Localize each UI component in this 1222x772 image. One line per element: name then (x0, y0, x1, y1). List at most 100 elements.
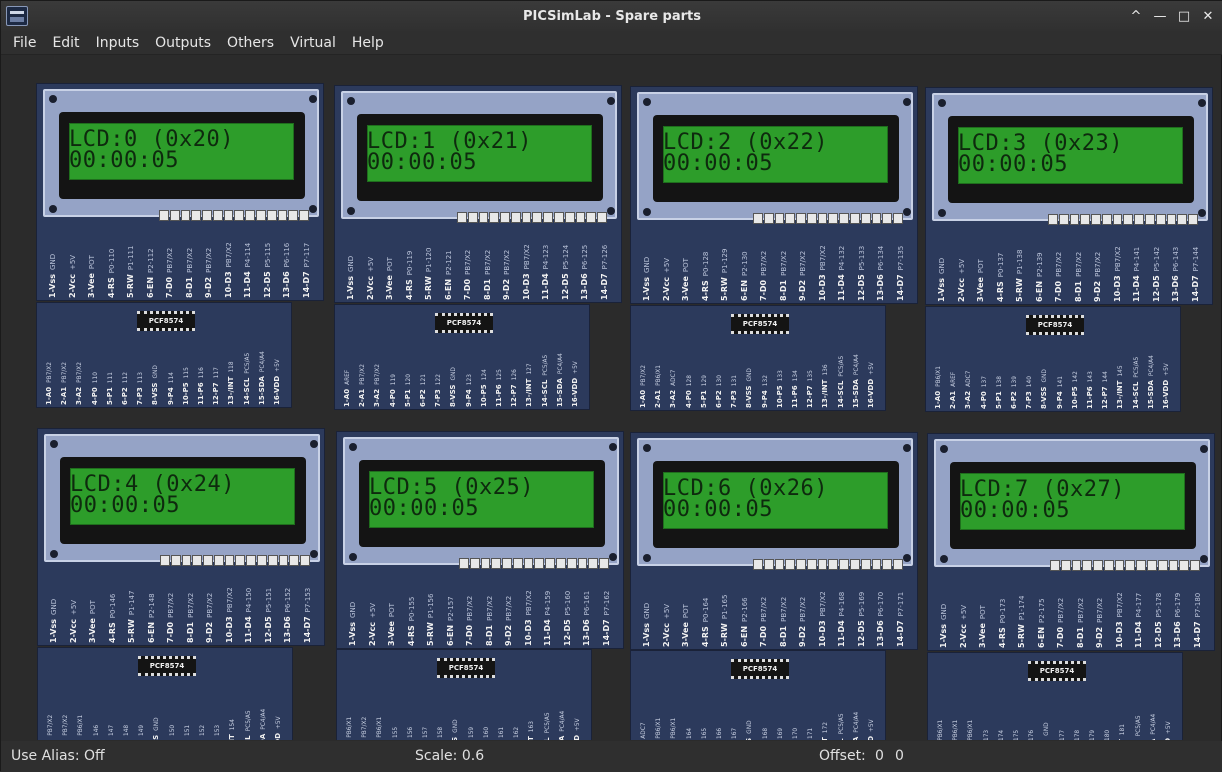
menu-outputs[interactable]: Outputs (147, 35, 219, 51)
lcd-pin-label: 6-ENP2-112 (145, 248, 155, 298)
pcf-pin-label: P6179 (1090, 729, 1096, 740)
pcf-pin-label: P0146 (92, 724, 100, 740)
pcf-pin-label: P6170 (793, 727, 799, 739)
pcf-pin-label: 4-P0119 (388, 374, 397, 407)
lcd-pin-label: 13-D6P6-134 (876, 245, 885, 301)
pcf-pin-label: 14-SCLPC5/A5 (836, 355, 845, 408)
mount-hole (643, 444, 651, 452)
lcd-bezel: LCD:0 (0x20) 00:00:05 (43, 89, 319, 221)
lcd-frame: LCD:0 (0x20) 00:00:05 (59, 112, 305, 199)
lcd-pin-label: 13-D6P6-161 (582, 590, 591, 646)
lcd-line-2: 00:00:05 (369, 496, 479, 521)
pcf8574-part-0[interactable]: PCF8574 1-A0PB7/X2 2-A1PB7/X2 3-A2PB7/X2 4-P… (36, 302, 292, 408)
lcd-part-3[interactable]: LCD:3 (0x23) 00:00:05 1-VssGND 2-Vcc+5V 3-Ve… (925, 87, 1213, 305)
pcf-pin-label: P4159 (468, 726, 475, 738)
lcd-pin-label: 12-D5P5-178 (1153, 592, 1163, 648)
pcf-pin-label: P2148 (122, 724, 130, 740)
pcf-pin-label: /INT154 (228, 719, 237, 740)
lcd-part-7[interactable]: LCD:7 (0x27) 00:00:05 1-VssGND 2-Vcc+5V 3-Ve… (927, 433, 1215, 651)
lcd-pin-label: 5-RWP1-138 (1015, 249, 1024, 302)
lcd-pin-label: 8-D1PB7/X2 (1073, 251, 1083, 302)
pcf8574-part-6[interactable]: PCF8574 A0ADC7 A1PB6/X1 A2PB6/X1 P0164 P1165 P… (630, 650, 886, 740)
app-icon[interactable] (6, 6, 28, 26)
lcd-part-4[interactable]: LCD:4 (0x24) 00:00:05 1-VssGND 2-Vcc+5V 3-Ve… (37, 428, 325, 646)
lcd-pin-label: 9-D2PB7/X2 (798, 596, 807, 647)
pcf-pin-label: P0155 (392, 726, 399, 738)
lcd-part-1[interactable]: LCD:1 (0x21) 00:00:05 1-VssGND 2-Vcc+5V 3-Ve… (334, 85, 622, 303)
lcd-pin-label: 9-D2PB7/X2 (1093, 251, 1102, 302)
pcf-pin-label: SDAPC4/A4 (259, 708, 267, 740)
chevron-up-icon[interactable]: ^ (1127, 6, 1145, 26)
pcf-pin-label: P7180 (1105, 729, 1112, 740)
pcf8574-part-5[interactable]: PCF8574 A0PB6/X1 A1PB7/X2 A2PB6/X1 P0155 P115… (336, 649, 592, 740)
lcd-frame: LCD:5 (0x25) 00:00:05 (359, 460, 605, 547)
mount-hole (309, 95, 317, 103)
close-icon[interactable]: ✕ (1199, 6, 1217, 26)
lcd-pin-label: 3-VeePOT (88, 600, 97, 643)
pcf-pin-label: P1174 (998, 729, 1005, 740)
offset-y: 0 (895, 748, 904, 764)
lcd-pin-label: 1-VssGND (346, 255, 355, 300)
lcd-pin-label: 5-RWP1-156 (426, 593, 435, 646)
menu-inputs[interactable]: Inputs (88, 35, 148, 51)
lcd-bezel: LCD:7 (0x27) 00:00:05 (934, 439, 1210, 571)
pcf8574-part-2[interactable]: PCF8574 1-A0PB7/X2 2-A1PB6/X1 3-A2ADC7 4-P01… (630, 305, 886, 411)
lcd-pin-labels: 1-VssGND 2-Vcc+5V 3-VeePOT 4-RSP0-164 5-RWP1… (639, 573, 911, 649)
lcd-pin-label: 13-D6P6-179 (1173, 592, 1182, 648)
minimize-icon[interactable]: — (1151, 6, 1169, 26)
lcd-pin-label: 3-VeePOT (978, 605, 987, 648)
menu-edit[interactable]: Edit (44, 35, 87, 51)
lcd-pin-label: 9-D2PB7/X2 (205, 592, 214, 643)
lcd-pin-label: 10-D3PB7/X2 (523, 590, 533, 646)
title-bar[interactable]: PICSimLab - Spare parts ^ — □ ✕ (1, 1, 1222, 31)
lcd-pin-label: 13-D6P6-170 (876, 591, 885, 647)
lcd-pin-label: 1-VssGND (642, 256, 651, 301)
mount-hole (1198, 209, 1206, 217)
pcf-pin-label: 8-VSSGND (449, 367, 458, 407)
menu-file[interactable]: File (5, 35, 44, 51)
parts-canvas[interactable]: LCD:0 (0x20) 00:00:05 1-VssGND 2-Vcc+5V 3-Ve… (3, 55, 1221, 740)
lcd-part-6[interactable]: LCD:6 (0x26) 00:00:05 1-VssGND 2-Vcc+5V 3-Ve… (630, 432, 918, 650)
lcd-pin-label: 7-D0PB7/X2 (465, 595, 474, 646)
pcf8574-part-7[interactable]: PCF8574 A0PB6/X1 A1PB6/X1 A2PB6/X1 P0173 P117… (927, 652, 1183, 740)
menu-virtual[interactable]: Virtual (282, 35, 344, 51)
pcf8574-chip: PCF8574 (437, 658, 495, 678)
pcf8574-chip: PCF8574 (435, 313, 493, 333)
lcd-screen: LCD:5 (0x25) 00:00:05 (369, 471, 594, 528)
menu-others[interactable]: Others (219, 35, 282, 51)
pcf-pin-label: 3-A2PB7/X2 (373, 364, 382, 407)
mount-hole (310, 550, 318, 558)
maximize-icon[interactable]: □ (1175, 6, 1193, 26)
lcd-part-2[interactable]: LCD:2 (0x22) 00:00:05 1-VssGND 2-Vcc+5V 3-Ve… (630, 86, 918, 304)
lcd-pin-label: 1-VssGND (49, 598, 58, 643)
pcf-pin-label: P4168 (762, 727, 769, 739)
lcd-pin-labels: 1-VssGND 2-Vcc+5V 3-VeePOT 4-RSP0-155 5-RWP1… (345, 572, 617, 648)
pcf-pin-label: SCLPC5/A5 (837, 713, 845, 740)
mount-hole (903, 444, 911, 452)
lcd-pin-label: 1-VssGND (642, 602, 651, 647)
pcf-pin-label: P7171 (808, 727, 815, 739)
lcd-pin-label: 12-D5P5-160 (562, 590, 572, 646)
pcf-pin-label: 1-A0PB7/X2 (639, 365, 647, 408)
pcf-pin-label: 11-P6125 (495, 369, 503, 407)
pcf-pin-label: 10-P5115 (181, 367, 190, 405)
pcf-pin-label: P1147 (107, 724, 115, 740)
lcd-screen: LCD:1 (0x21) 00:00:05 (367, 125, 592, 182)
lcd-part-0[interactable]: LCD:0 (0x20) 00:00:05 1-VssGND 2-Vcc+5V 3-Ve… (36, 83, 324, 301)
pcf8574-part-3[interactable]: PCF8574 1-A0PB6/X1 2-A1AREF 3-A2ADC7 4-P0137… (925, 306, 1181, 412)
mount-hole (609, 443, 617, 451)
pcf8574-part-1[interactable]: PCF8574 1-A0AREF 2-A1PB7/X2 3-A2PB7/X2 4-P01… (334, 304, 590, 410)
pcf-pin-label: A2PB6/X1 (968, 719, 975, 740)
pcf-pin-label: 8-VSSGND (1040, 369, 1049, 409)
mount-hole (609, 553, 617, 561)
menu-help[interactable]: Help (344, 35, 392, 51)
pcf-pin-label: A0PB6/X1 (938, 719, 944, 740)
pcf8574-part-4[interactable]: PCF8574 A0PB7/X2 A1PB7/X2 A2PB6/X1 P0146 P114… (37, 647, 293, 740)
lcd-pin-label: 9-D2PB7/X2 (1095, 597, 1104, 648)
lcd-part-5[interactable]: LCD:5 (0x25) 00:00:05 1-VssGND 2-Vcc+5V 3-Ve… (336, 431, 624, 649)
lcd-pin-label: 9-D2PB7/X2 (204, 247, 213, 298)
lcd-pin-label: 6-ENP2-175 (1036, 598, 1046, 648)
mount-hole (1200, 555, 1208, 563)
pcf-pin-label: P6161 (499, 726, 505, 738)
pcf-pin-label: 5-P1138 (994, 376, 1003, 409)
